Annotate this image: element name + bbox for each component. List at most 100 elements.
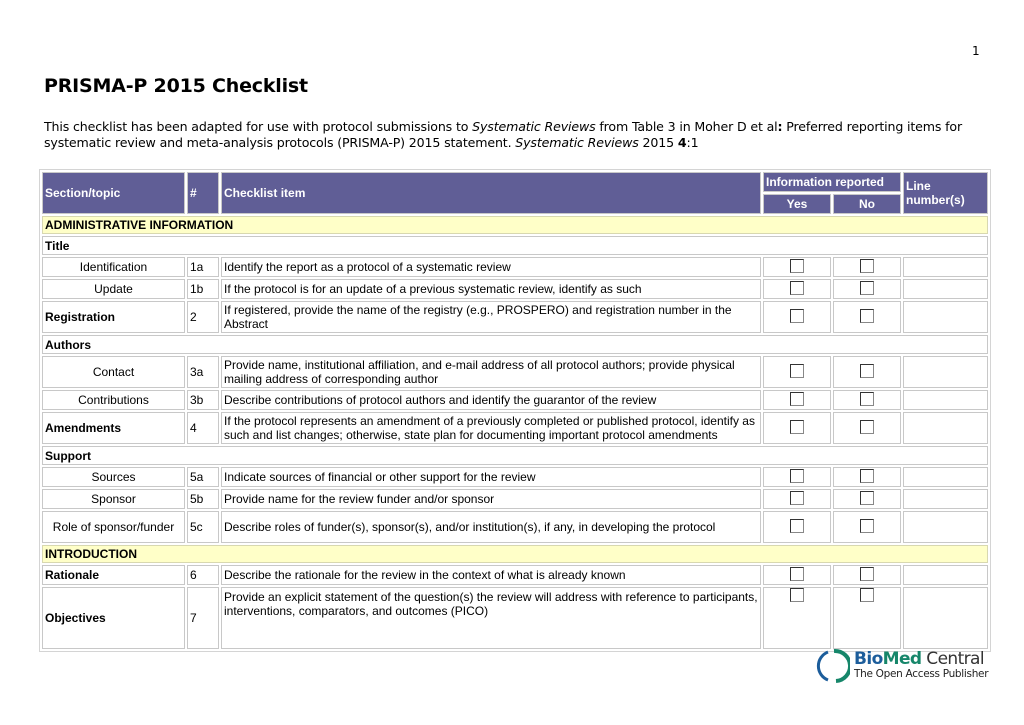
yes-checkbox[interactable]	[790, 391, 804, 406]
logo-bio: Bio	[854, 649, 883, 669]
no-checkbox[interactable]	[860, 419, 874, 434]
row-item-text: Describe contributions of protocol autho…	[221, 390, 761, 410]
no-cell	[833, 390, 902, 410]
section-administrative-information: ADMINISTRATIVE INFORMATION	[42, 216, 989, 234]
row-number: 3b	[187, 390, 219, 410]
checklist-table: Section/topic # Checklist item Informati…	[39, 169, 992, 652]
logo-ring-icon	[816, 648, 850, 683]
row-number: 5a	[187, 467, 219, 487]
row-item-text: Provide an explicit statement of the que…	[221, 587, 761, 649]
row-number: 2	[187, 301, 219, 333]
line-numbers-input[interactable]	[903, 301, 989, 333]
no-checkbox[interactable]	[860, 566, 874, 581]
no-checkbox[interactable]	[860, 518, 874, 533]
logo-tagline: The Open Access Publisher	[854, 668, 989, 680]
no-checkbox[interactable]	[860, 280, 874, 295]
no-cell	[833, 467, 902, 487]
intro-text: 2015	[638, 135, 678, 150]
intro-text: from Table 3 in Moher D et al	[595, 119, 778, 134]
no-checkbox[interactable]	[860, 258, 874, 273]
subheading-authors: Authors	[42, 335, 989, 354]
journal-name: Systematic Reviews	[515, 135, 639, 150]
subheading-support: Support	[42, 446, 989, 465]
row-item-text: Indicate sources of financial or other s…	[221, 467, 761, 487]
row-item-text: If the protocol represents an amendment …	[221, 412, 761, 444]
yes-cell	[763, 489, 831, 509]
row-topic: Objectives	[42, 587, 185, 649]
yes-checkbox[interactable]	[790, 280, 804, 295]
no-cell	[833, 279, 902, 299]
yes-cell	[763, 301, 831, 333]
no-checkbox[interactable]	[860, 308, 874, 323]
table-row: Rationale 6 Describe the rationale for t…	[42, 565, 989, 585]
yes-cell	[763, 412, 831, 444]
line-numbers-input[interactable]	[903, 489, 989, 509]
row-topic: Role of sponsor/funder	[42, 511, 185, 543]
no-checkbox[interactable]	[860, 490, 874, 505]
table-row: Amendments 4 If the protocol represents …	[42, 412, 989, 444]
table-row: Sources 5a Indicate sources of financial…	[42, 467, 989, 487]
logo-med: Med	[882, 649, 922, 669]
yes-checkbox[interactable]	[790, 490, 804, 505]
yes-cell	[763, 356, 831, 388]
row-topic: Rationale	[42, 565, 185, 585]
logo-wordmark: BioMed Central	[854, 649, 985, 669]
table-row: Contributions 3b Describe contributions …	[42, 390, 989, 410]
yes-cell	[763, 390, 831, 410]
no-cell	[833, 356, 902, 388]
no-checkbox[interactable]	[860, 363, 874, 378]
row-item-text: Describe roles of funder(s), sponsor(s),…	[221, 511, 761, 543]
line-numbers-input[interactable]	[903, 587, 989, 649]
row-topic: Sources	[42, 467, 185, 487]
logo-central: Central	[921, 649, 985, 669]
line-numbers-input[interactable]	[903, 412, 989, 444]
yes-checkbox[interactable]	[790, 363, 804, 378]
row-topic: Update	[42, 279, 185, 299]
line-numbers-input[interactable]	[903, 279, 989, 299]
yes-checkbox[interactable]	[790, 308, 804, 323]
no-cell	[833, 412, 902, 444]
row-topic: Contact	[42, 356, 185, 388]
yes-cell	[763, 279, 831, 299]
row-number: 1b	[187, 279, 219, 299]
yes-checkbox[interactable]	[790, 258, 804, 273]
header-checklist-item: Checklist item	[221, 172, 761, 214]
line-numbers-input[interactable]	[903, 390, 989, 410]
yes-checkbox[interactable]	[790, 566, 804, 581]
journal-name: Systematic Reviews	[472, 119, 596, 134]
yes-cell	[763, 257, 831, 277]
no-cell	[833, 257, 902, 277]
no-cell	[833, 511, 902, 543]
no-cell	[833, 565, 902, 585]
row-topic: Identification	[42, 257, 185, 277]
table-row: Role of sponsor/funder 5c Describe roles…	[42, 511, 989, 543]
header-yes: Yes	[763, 194, 831, 214]
yes-cell	[763, 467, 831, 487]
yes-checkbox[interactable]	[790, 419, 804, 434]
row-number: 7	[187, 587, 219, 649]
row-topic: Amendments	[42, 412, 185, 444]
row-number: 6	[187, 565, 219, 585]
line-numbers-input[interactable]	[903, 356, 989, 388]
yes-checkbox[interactable]	[790, 518, 804, 533]
intro-paragraph: This checklist has been adapted for use …	[44, 119, 984, 151]
line-numbers-input[interactable]	[903, 257, 989, 277]
no-checkbox[interactable]	[860, 391, 874, 406]
row-item-text: Provide name for the review funder and/o…	[221, 489, 761, 509]
row-item-text: If the protocol is for an update of a pr…	[221, 279, 761, 299]
header-section-topic: Section/topic	[42, 172, 185, 214]
yes-checkbox[interactable]	[790, 468, 804, 483]
line-numbers-input[interactable]	[903, 467, 989, 487]
no-cell	[833, 301, 902, 333]
page-number: 1	[972, 44, 980, 58]
yes-checkbox[interactable]	[790, 588, 804, 602]
line-numbers-input[interactable]	[903, 511, 989, 543]
row-number: 4	[187, 412, 219, 444]
table-row: Registration 2 If registered, provide th…	[42, 301, 989, 333]
no-checkbox[interactable]	[860, 588, 874, 602]
page-title: PRISMA-P 2015 Checklist	[44, 75, 308, 97]
line-numbers-input[interactable]	[903, 565, 989, 585]
row-item-text: Describe the rationale for the review in…	[221, 565, 761, 585]
row-number: 5b	[187, 489, 219, 509]
no-checkbox[interactable]	[860, 468, 874, 483]
